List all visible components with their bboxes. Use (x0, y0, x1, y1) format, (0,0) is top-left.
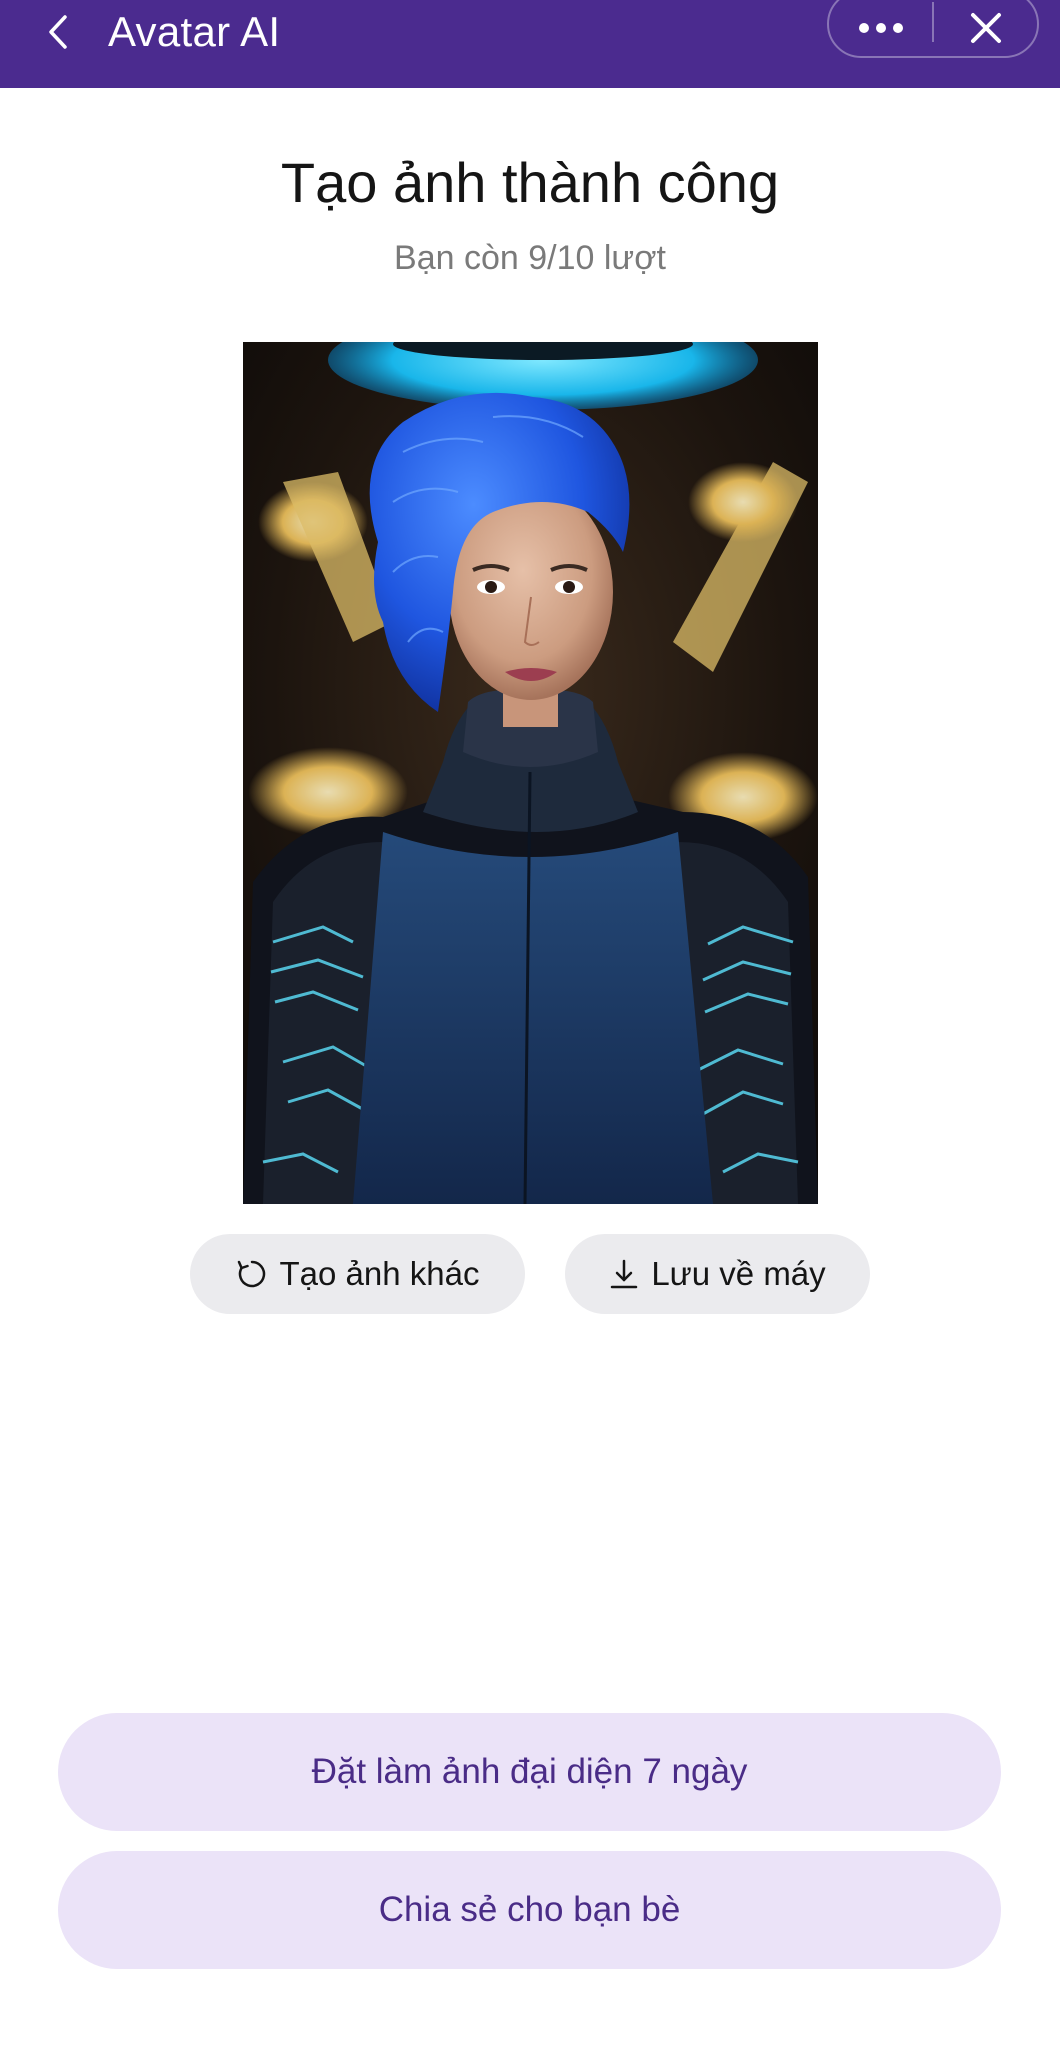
remaining-count: Bạn còn 9/10 lượt (394, 239, 666, 277)
close-icon[interactable] (934, 0, 1037, 56)
header-title: Avatar AI (108, 8, 281, 55)
page-title: Tạo ảnh thành công (280, 151, 780, 214)
generated-avatar-image (243, 342, 818, 1204)
regenerate-label: Tạo ảnh khác (279, 1255, 480, 1292)
refresh-icon (236, 1258, 268, 1290)
app-header: Avatar AI (0, 0, 1060, 88)
download-icon (609, 1258, 639, 1290)
mini-app-capsule (827, 0, 1039, 58)
more-dots-icon[interactable] (829, 0, 932, 56)
regenerate-button[interactable]: Tạo ảnh khác (190, 1234, 525, 1314)
set-avatar-button[interactable]: Đặt làm ảnh đại diện 7 ngày (58, 1713, 1001, 1831)
save-to-device-button[interactable]: Lưu về máy (565, 1234, 870, 1314)
share-button[interactable]: Chia sẻ cho bạn bè (58, 1851, 1001, 1969)
save-label: Lưu về máy (651, 1255, 826, 1292)
back-icon[interactable] (40, 12, 76, 52)
